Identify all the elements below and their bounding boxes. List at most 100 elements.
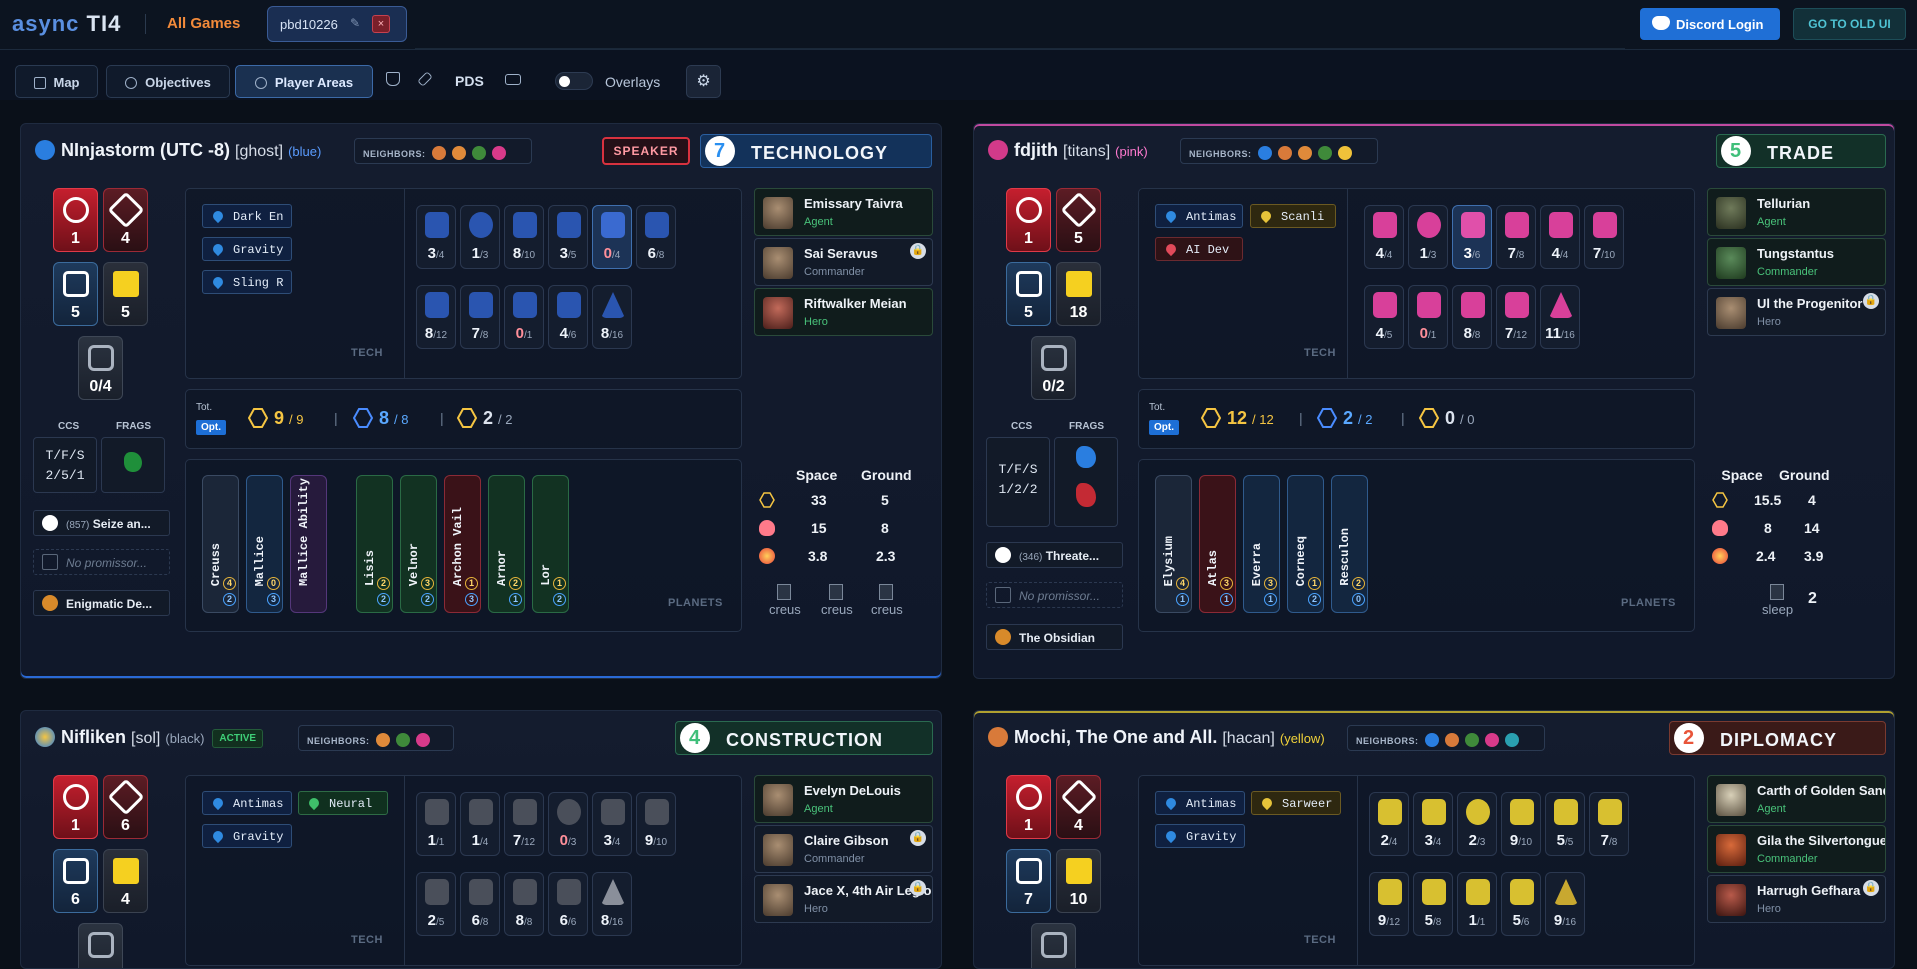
leader-agent[interactable]: Tellurian Agent — [1707, 188, 1886, 236]
unit-pds[interactable]: 3/6 — [1452, 205, 1492, 269]
unit-fighter[interactable]: 5/8 — [1413, 872, 1453, 936]
tech-chip[interactable]: Scanli — [1250, 204, 1336, 228]
unit-fighter[interactable]: 0/1 — [1408, 285, 1448, 349]
settings-gear-icon[interactable]: ⚙ — [686, 65, 721, 98]
neighbor-icon[interactable] — [1464, 733, 1479, 747]
tech-chip[interactable]: Dark En — [202, 204, 292, 228]
game-pill[interactable]: pbd10226 ✎ × — [267, 6, 407, 42]
unit-cruiser[interactable]: 9/10 — [1501, 792, 1541, 856]
neighbor-icon[interactable] — [1337, 146, 1352, 160]
tab-player-areas[interactable]: Player Areas — [235, 65, 373, 98]
close-icon[interactable]: × — [372, 15, 390, 33]
unit-carrier[interactable]: 3/4 — [592, 792, 632, 856]
leader-hero[interactable]: Ul the Progenitor Hero 🔒 — [1707, 288, 1886, 336]
unit-flagship[interactable]: 4/5 — [1364, 285, 1404, 349]
unit-infantry[interactable]: 2/4 — [1369, 792, 1409, 856]
planet-card[interactable]: Arnor 2 1 — [488, 475, 525, 613]
unit-infantry[interactable]: 1/1 — [416, 792, 456, 856]
neighbor-icon[interactable] — [375, 733, 390, 747]
neighbor-icon[interactable] — [395, 733, 410, 747]
unit-dreadnought[interactable]: 9/16 — [1545, 872, 1585, 936]
old-ui-button[interactable]: GO TO OLD UI — [1793, 8, 1906, 40]
neighbor-icon[interactable] — [1297, 146, 1312, 160]
planet-card[interactable]: Velnor 3 2 — [400, 475, 437, 613]
neighbor-icon[interactable] — [431, 146, 446, 160]
neighbor-icon[interactable] — [1257, 146, 1272, 160]
unit-mech[interactable]: 1/3 — [1408, 205, 1448, 269]
planet-card[interactable]: Mallice 0 3 — [246, 475, 283, 613]
leader-hero[interactable]: Jace X, 4th Air Legion Hero 🔒 — [754, 875, 933, 923]
pds-tab[interactable]: PDS — [455, 73, 484, 89]
promissory-note[interactable]: (857) Seize an... — [33, 510, 170, 536]
neighbor-icon[interactable] — [1484, 733, 1499, 747]
unit-warsun[interactable]: 8/8 — [504, 872, 544, 936]
unit-dreadnought[interactable]: 8/16 — [592, 872, 632, 936]
neighbor-icon[interactable] — [491, 146, 506, 160]
neighbor-icon[interactable] — [471, 146, 486, 160]
unit-carrier[interactable]: 0/4 — [592, 205, 632, 269]
app-logo[interactable]: async TI4 — [12, 11, 121, 37]
unit-fighter[interactable]: 7/8 — [460, 285, 500, 349]
neighbor-icon[interactable] — [1504, 733, 1519, 747]
unit-flagship[interactable]: 9/12 — [1369, 872, 1409, 936]
planet-card[interactable]: Lor 1 2 — [532, 475, 569, 613]
unit-mech[interactable]: 1/3 — [460, 205, 500, 269]
tech-chip[interactable]: Neural — [298, 791, 388, 815]
neighbor-icon[interactable] — [1277, 146, 1292, 160]
tech-chip[interactable]: Antimas — [202, 791, 292, 815]
leader-commander[interactable]: Sai Seravus Commander 🔒 — [754, 238, 933, 286]
tab-objectives[interactable]: Objectives — [106, 65, 230, 98]
tech-chip[interactable]: Antimas — [1155, 204, 1243, 228]
planet-card[interactable]: Corneeq 1 2 — [1287, 475, 1324, 613]
planet-card[interactable]: Resculon 2 0 — [1331, 475, 1368, 613]
unit-flagship[interactable]: 8/12 — [416, 285, 456, 349]
leader-commander[interactable]: Claire Gibson Commander 🔒 — [754, 825, 933, 873]
planet-card[interactable]: Atlas 3 1 — [1199, 475, 1236, 613]
unit-destroyer[interactable]: 9/10 — [636, 792, 676, 856]
leader-hero[interactable]: Harrugh Gefhara Hero 🔒 — [1707, 875, 1886, 923]
planet-card[interactable]: Elysium 4 1 — [1155, 475, 1192, 613]
all-games-link[interactable]: All Games — [167, 15, 240, 32]
promissory-note[interactable]: The Obsidian — [986, 624, 1123, 650]
unit-warsun[interactable]: 8/8 — [1452, 285, 1492, 349]
planet-card[interactable]: Creuss 4 2 — [202, 475, 239, 613]
planet-card[interactable]: Everra 3 1 — [1243, 475, 1280, 613]
unit-mech[interactable]: 1/4 — [460, 792, 500, 856]
tab-map[interactable]: Map — [15, 65, 98, 98]
edit-icon[interactable]: ✎ — [350, 16, 360, 30]
neighbor-icon[interactable] — [1317, 146, 1332, 160]
unit-spacedock[interactable]: 7/12 — [1496, 285, 1536, 349]
leader-commander[interactable]: Tungstantus Commander — [1707, 238, 1886, 286]
unit-fighter[interactable]: 6/8 — [460, 872, 500, 936]
flask-icon[interactable] — [386, 72, 400, 86]
unit-carrier[interactable]: 5/5 — [1545, 792, 1585, 856]
leader-agent[interactable]: Emissary Taivra Agent — [754, 188, 933, 236]
unit-warsun[interactable]: 1/1 — [1457, 872, 1497, 936]
tech-chip[interactable]: Gravity — [202, 824, 292, 848]
overlays-toggle[interactable] — [555, 72, 593, 90]
promissory-note[interactable]: Enigmatic De... — [33, 590, 170, 616]
unit-spacedock[interactable]: 4/6 — [548, 285, 588, 349]
tech-chip[interactable]: Gravity — [1155, 824, 1245, 848]
tech-chip[interactable]: Sarweer — [1251, 791, 1341, 815]
discord-login-button[interactable]: Discord Login — [1640, 8, 1780, 40]
keyboard-icon[interactable] — [505, 74, 521, 85]
neighbor-icon[interactable] — [415, 733, 430, 747]
unit-destroyer[interactable]: 7/8 — [1589, 792, 1629, 856]
unit-pds[interactable]: 8/10 — [504, 205, 544, 269]
optimal-toggle[interactable]: Opt. — [1149, 420, 1179, 435]
unit-cruiser[interactable]: 7/8 — [1496, 205, 1536, 269]
pencil-icon[interactable] — [417, 71, 433, 87]
strategy-card-trade[interactable]: 5 TRADE — [1716, 134, 1886, 168]
optimal-toggle[interactable]: Opt. — [196, 420, 226, 435]
tech-chip[interactable]: Antimas — [1155, 791, 1245, 815]
unit-cruiser[interactable]: 3/5 — [548, 205, 588, 269]
tech-chip[interactable]: Sling R — [202, 270, 292, 294]
leader-agent[interactable]: Evelyn DeLouis Agent — [754, 775, 933, 823]
unit-spacedock[interactable]: 6/6 — [548, 872, 588, 936]
planet-card[interactable]: Lisis 2 2 — [356, 475, 393, 613]
unit-destroyer[interactable]: 7/10 — [1584, 205, 1624, 269]
tech-chip[interactable]: Gravity — [202, 237, 292, 261]
unit-cruiser[interactable]: 0/3 — [548, 792, 588, 856]
strategy-card-diplomacy[interactable]: 2 DIPLOMACY — [1669, 721, 1886, 755]
